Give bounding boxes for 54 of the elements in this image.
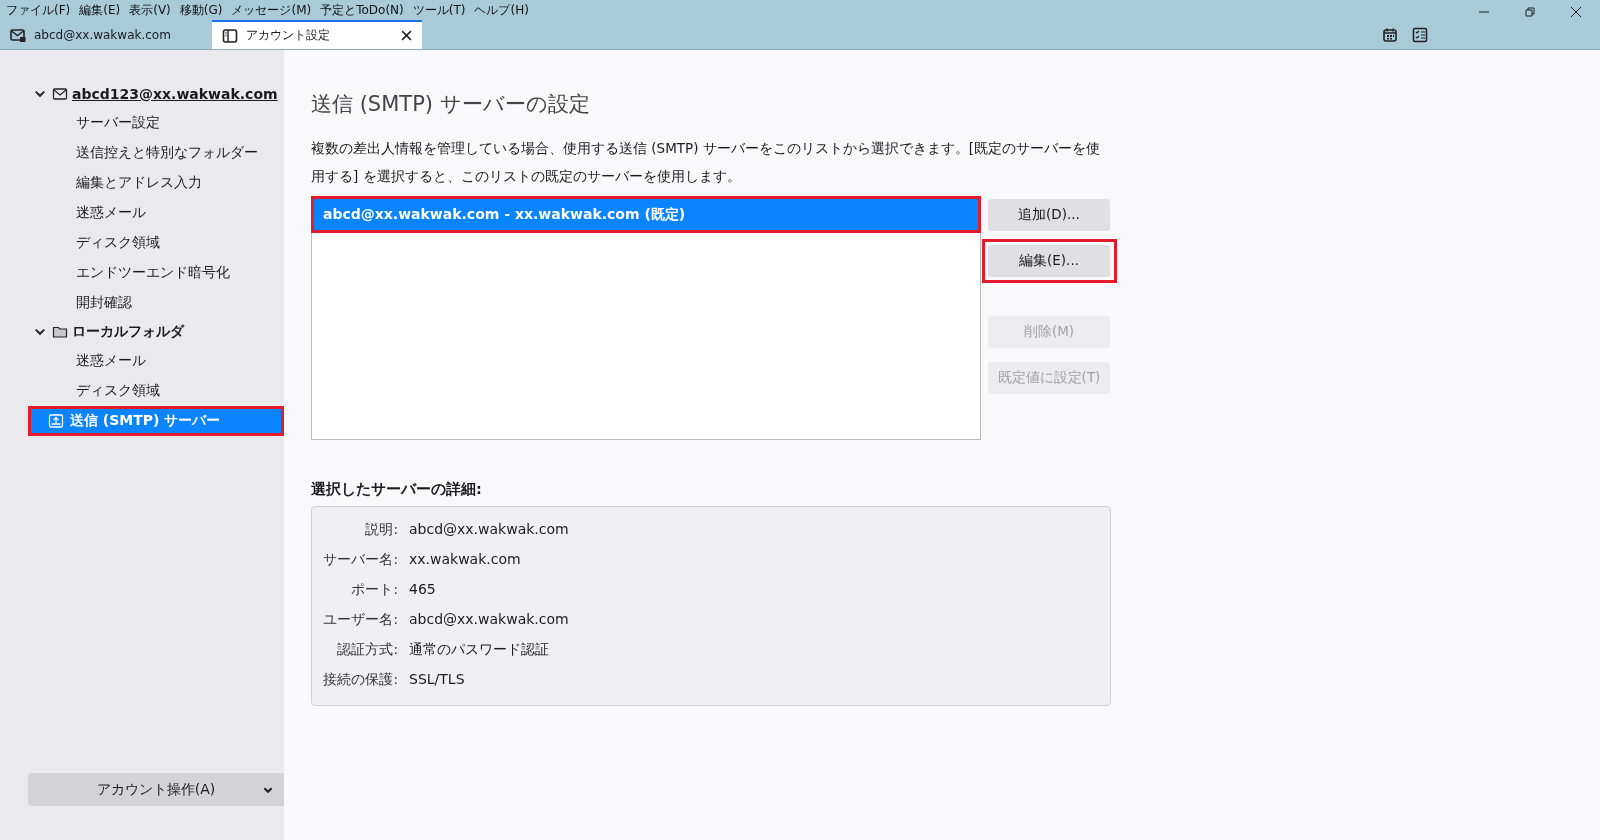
sidebar-item[interactable]: 開封確認 xyxy=(28,288,284,318)
page-title: 送信 (SMTP) サーバーの設定 xyxy=(311,91,591,118)
tab[interactable]: アカウント設定 xyxy=(212,20,422,49)
details-heading: 選択したサーバーの詳細: xyxy=(311,480,483,499)
menu-item[interactable]: 移動(G) xyxy=(179,1,223,19)
close-icon[interactable] xyxy=(1570,6,1582,18)
sidebar-item[interactable]: 送信控えと特別なフォルダー xyxy=(28,138,284,168)
account-actions-button[interactable]: アカウント操作(A) xyxy=(28,773,284,806)
sidebar-item[interactable]: 送信 (SMTP) サーバー xyxy=(28,406,284,436)
envelope-icon xyxy=(52,86,68,102)
sidebar-item[interactable]: 迷惑メール xyxy=(28,198,284,228)
field-label: ポート: xyxy=(350,581,398,599)
field-label: サーバー名: xyxy=(322,551,398,569)
sidebar-item[interactable]: ディスク領域 xyxy=(28,376,284,406)
field-value: abcd@xx.wakwak.com xyxy=(409,521,570,539)
calendar-icon[interactable] xyxy=(1382,26,1398,43)
field-label: 認証方式: xyxy=(336,641,398,659)
panel-icon xyxy=(222,27,238,44)
sidebar-item[interactable]: ディスク領域 xyxy=(28,228,284,258)
menu-item[interactable]: メッセージ(M) xyxy=(231,1,312,19)
menu-item[interactable]: ヘルプ(H) xyxy=(474,1,529,19)
server-list-item[interactable]: abcd@xx.wakwak.com - xx.wakwak.com (既定) xyxy=(312,197,980,232)
menu-item[interactable]: ツール(T) xyxy=(412,1,466,19)
sidebar-item[interactable]: abcd123@xx.wakwak.com xyxy=(28,80,284,108)
close-icon[interactable] xyxy=(401,30,412,41)
outbox-icon xyxy=(48,413,64,429)
sidebar-item[interactable]: 編集とアドレス入力 xyxy=(28,168,284,198)
menu-item[interactable]: 表示(V) xyxy=(129,1,171,19)
folder-icon xyxy=(52,324,68,340)
tab[interactable]: abcd@xx.wakwak.com xyxy=(0,20,212,49)
server-list[interactable]: abcd@xx.wakwak.com - xx.wakwak.com (既定) xyxy=(311,196,981,440)
button[interactable]: 編集(E)... xyxy=(988,245,1110,277)
description-text: 複数の差出人情報を管理している場合、使用する送信 (SMTP) サーバーをこのリストから選択できます。[既定のサーバーを使用する] を選択すると、このリストの既定のサーバーを使用します。 xyxy=(311,139,1101,186)
menu-item[interactable]: ファイル(F) xyxy=(6,1,71,19)
task-list-icon[interactable] xyxy=(1412,26,1428,43)
sidebar-item[interactable]: ローカルフォルダ xyxy=(28,318,284,346)
sidebar-item[interactable]: 迷惑メール xyxy=(28,346,284,376)
field-value: xx.wakwak.com xyxy=(409,551,522,569)
field-value: SSL/TLS xyxy=(409,671,466,689)
menu-item[interactable]: 予定とToDo(N) xyxy=(320,1,404,19)
restore-icon[interactable] xyxy=(1524,6,1536,18)
field-value: abcd@xx.wakwak.com xyxy=(409,611,570,629)
sidebar-item[interactable]: サーバー設定 xyxy=(28,108,284,138)
field-value: 465 xyxy=(409,581,437,599)
field-value: 通常のパスワード認証 xyxy=(409,641,550,659)
mail-lock-icon xyxy=(10,26,26,43)
field-label: 接続の保護: xyxy=(322,671,398,689)
button[interactable]: 追加(D)... xyxy=(988,199,1110,231)
chevron-icon[interactable] xyxy=(34,88,48,100)
field-label: 説明: xyxy=(364,521,398,539)
chevron-icon[interactable] xyxy=(34,326,48,338)
sidebar-item[interactable]: エンドツーエンド暗号化 xyxy=(28,258,284,288)
menu-item[interactable]: 編集(E) xyxy=(79,1,121,19)
field-label: ユーザー名: xyxy=(322,611,398,629)
